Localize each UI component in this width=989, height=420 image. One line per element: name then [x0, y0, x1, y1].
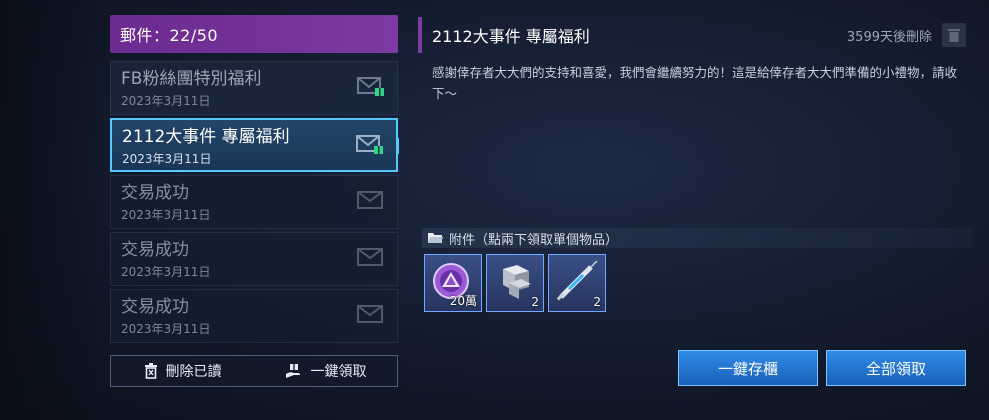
- detail-body: 感謝倖存者大大們的支持和喜愛，我們會繼續努力的！這是給倖存者大大們準備的小禮物，…: [432, 65, 958, 101]
- claim-all-list-label: 一鍵領取: [310, 364, 367, 380]
- envelope-icon: [357, 305, 383, 323]
- trash-icon: [144, 363, 157, 379]
- envelope-icon: [357, 248, 383, 266]
- expire-label: 3599天後刪除: [846, 29, 932, 45]
- mail-title: 2112大事件 專屬福利: [122, 127, 290, 147]
- hand-gift-icon: [285, 364, 300, 378]
- mail-item[interactable]: 交易成功 2023年3月11日: [110, 175, 398, 229]
- delete-read-button[interactable]: 刪除已讀: [111, 356, 254, 386]
- delete-mail-button[interactable]: [942, 23, 966, 47]
- claim-all-button[interactable]: 全部領取: [826, 350, 966, 386]
- mail-date: 2023年3月11日: [121, 94, 211, 108]
- mail-list-panel: 郵件：22/50 FB粉絲團特別福利 2023年3月11日 2112大事件 專屬…: [110, 15, 399, 387]
- mail-title: 交易成功: [121, 240, 189, 260]
- detail-header: 2112大事件 專屬福利 3599天後刪除: [432, 17, 966, 53]
- envelope-icon: [357, 191, 383, 209]
- mail-date: 2023年3月11日: [121, 208, 211, 222]
- mail-date: 2023年3月11日: [121, 322, 211, 336]
- mail-item[interactable]: FB粉絲團特別福利 2023年3月11日: [110, 61, 398, 115]
- mail-date: 2023年3月11日: [122, 152, 212, 166]
- attachment-header: 附件（點兩下領取單個物品）: [422, 228, 972, 248]
- mail-list: FB粉絲團特別福利 2023年3月11日 2112大事件 專屬福利 2023年3…: [110, 61, 399, 343]
- gift-envelope-icon: [356, 135, 383, 154]
- mail-title: 交易成功: [121, 183, 189, 203]
- mail-item[interactable]: 交易成功 2023年3月11日: [110, 232, 398, 286]
- attachment-label: 附件（點兩下領取單個物品）: [449, 232, 619, 248]
- folder-icon: [428, 233, 443, 243]
- mail-item-selected[interactable]: 2112大事件 專屬福利 2023年3月11日: [110, 118, 399, 172]
- mail-title: FB粉絲團特別福利: [121, 69, 262, 89]
- selection-indicator: [396, 138, 399, 154]
- detail-title: 2112大事件 專屬福利: [432, 27, 590, 46]
- mail-list-actions: 刪除已讀 一鍵領取: [110, 355, 398, 387]
- store-all-button[interactable]: 一鍵存櫃: [678, 350, 818, 386]
- mail-count-label: 郵件：22/50: [120, 26, 219, 45]
- attachment-items: 20萬 2 2: [424, 254, 606, 312]
- store-all-label: 一鍵存櫃: [717, 359, 778, 378]
- mail-item[interactable]: 交易成功 2023年3月11日: [110, 289, 398, 343]
- delete-read-label: 刪除已讀: [165, 364, 222, 380]
- mail-detail-panel: 2112大事件 專屬福利 3599天後刪除 感謝倖存者大大們的支持和喜愛，我們會…: [418, 17, 972, 387]
- title-accent-bar: [418, 17, 422, 53]
- item-quantity: 2: [593, 295, 601, 309]
- attachment-item[interactable]: 20萬: [424, 254, 482, 312]
- attachment-item[interactable]: 2: [486, 254, 544, 312]
- gift-envelope-icon: [357, 77, 384, 96]
- mail-count-header: 郵件：22/50: [110, 15, 398, 53]
- mail-title: 交易成功: [121, 297, 189, 317]
- claim-all-list-button[interactable]: 一鍵領取: [254, 356, 397, 386]
- attachment-item[interactable]: 2: [548, 254, 606, 312]
- mail-date: 2023年3月11日: [121, 265, 211, 279]
- claim-all-label: 全部領取: [865, 359, 926, 378]
- item-quantity: 2: [531, 295, 539, 309]
- item-quantity: 20萬: [449, 294, 477, 308]
- trash-icon: [948, 29, 960, 42]
